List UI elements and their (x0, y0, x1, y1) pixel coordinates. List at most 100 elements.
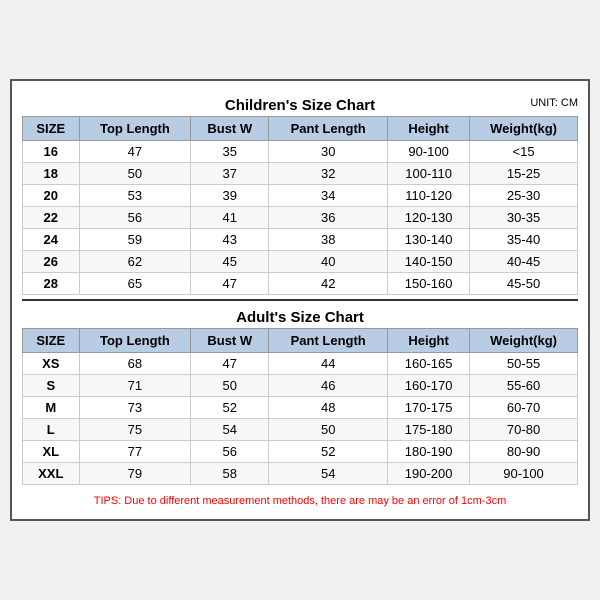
adult-title-text: Adult's Size Chart (236, 309, 364, 326)
table-row: 22564136120-13030-35 (23, 207, 578, 229)
table-cell: 44 (269, 353, 388, 375)
table-row: S715046160-17055-60 (23, 375, 578, 397)
table-cell: S (23, 375, 80, 397)
table-cell: 175-180 (388, 419, 470, 441)
table-row: XXL795854190-20090-100 (23, 463, 578, 485)
table-cell: 50-55 (470, 353, 578, 375)
table-cell: 80-90 (470, 441, 578, 463)
table-cell: 160-170 (388, 375, 470, 397)
table-cell: 53 (79, 185, 191, 207)
table-cell: 73 (79, 397, 191, 419)
table-cell: 24 (23, 229, 80, 251)
table-cell: 58 (191, 463, 269, 485)
table-cell: 36 (269, 207, 388, 229)
table-cell: 79 (79, 463, 191, 485)
adult-col-header-weight: Weight(kg) (470, 329, 578, 353)
table-cell: 180-190 (388, 441, 470, 463)
table-cell: 37 (191, 163, 269, 185)
table-cell: 90-100 (388, 141, 470, 163)
table-cell: 55-60 (470, 375, 578, 397)
table-cell: 47 (79, 141, 191, 163)
table-cell: 25-30 (470, 185, 578, 207)
table-cell: 77 (79, 441, 191, 463)
adult-col-header-top-length: Top Length (79, 329, 191, 353)
table-cell: 38 (269, 229, 388, 251)
adult-col-header-size: SIZE (23, 329, 80, 353)
table-cell: 70-80 (470, 419, 578, 441)
table-cell: 22 (23, 207, 80, 229)
col-header-bust-w: Bust W (191, 117, 269, 141)
table-row: 1647353090-100<15 (23, 141, 578, 163)
col-header-size: SIZE (23, 117, 80, 141)
table-cell: 28 (23, 273, 80, 295)
table-cell: 35-40 (470, 229, 578, 251)
table-cell: XXL (23, 463, 80, 485)
table-cell: 100-110 (388, 163, 470, 185)
table-row: XL775652180-19080-90 (23, 441, 578, 463)
children-title-text: Children's Size Chart (225, 97, 375, 114)
children-size-table: SIZE Top Length Bust W Pant Length Heigh… (22, 116, 578, 295)
table-cell: 54 (191, 419, 269, 441)
table-cell: 47 (191, 353, 269, 375)
table-cell: 41 (191, 207, 269, 229)
col-header-weight: Weight(kg) (470, 117, 578, 141)
table-cell: 75 (79, 419, 191, 441)
table-cell: 30-35 (470, 207, 578, 229)
adult-table-body: XS684744160-16550-55S715046160-17055-60M… (23, 353, 578, 485)
table-cell: 46 (269, 375, 388, 397)
table-cell: XS (23, 353, 80, 375)
children-table-body: 1647353090-100<1518503732100-11015-25205… (23, 141, 578, 295)
table-cell: 52 (191, 397, 269, 419)
adult-col-header-pant-length: Pant Length (269, 329, 388, 353)
table-cell: 50 (79, 163, 191, 185)
children-header-row: SIZE Top Length Bust W Pant Length Heigh… (23, 117, 578, 141)
table-cell: 43 (191, 229, 269, 251)
table-cell: 68 (79, 353, 191, 375)
table-cell: 48 (269, 397, 388, 419)
table-cell: 160-165 (388, 353, 470, 375)
col-header-top-length: Top Length (79, 117, 191, 141)
table-row: 20533934110-12025-30 (23, 185, 578, 207)
table-cell: 59 (79, 229, 191, 251)
table-cell: 56 (79, 207, 191, 229)
table-cell: 30 (269, 141, 388, 163)
table-row: L755450175-18070-80 (23, 419, 578, 441)
table-cell: 50 (269, 419, 388, 441)
table-cell: 65 (79, 273, 191, 295)
table-row: 28654742150-16045-50 (23, 273, 578, 295)
table-row: XS684744160-16550-55 (23, 353, 578, 375)
table-cell: 15-25 (470, 163, 578, 185)
table-cell: 90-100 (470, 463, 578, 485)
table-cell: 45-50 (470, 273, 578, 295)
table-cell: 45 (191, 251, 269, 273)
table-cell: M (23, 397, 80, 419)
table-cell: 60-70 (470, 397, 578, 419)
children-section-title: Children's Size Chart UNIT: CM (22, 91, 578, 116)
table-row: 24594338130-14035-40 (23, 229, 578, 251)
table-cell: 52 (269, 441, 388, 463)
unit-label: UNIT: CM (530, 97, 578, 109)
table-cell: 34 (269, 185, 388, 207)
adult-col-header-bust-w: Bust W (191, 329, 269, 353)
adult-section-title: Adult's Size Chart (22, 299, 578, 328)
table-cell: 20 (23, 185, 80, 207)
col-header-height: Height (388, 117, 470, 141)
adult-header-row: SIZE Top Length Bust W Pant Length Heigh… (23, 329, 578, 353)
table-cell: 40-45 (470, 251, 578, 273)
col-header-pant-length: Pant Length (269, 117, 388, 141)
adult-size-table: SIZE Top Length Bust W Pant Length Heigh… (22, 328, 578, 485)
table-cell: 39 (191, 185, 269, 207)
table-cell: 190-200 (388, 463, 470, 485)
table-cell: 47 (191, 273, 269, 295)
table-cell: L (23, 419, 80, 441)
table-cell: 71 (79, 375, 191, 397)
size-chart-container: Children's Size Chart UNIT: CM SIZE Top … (10, 79, 590, 521)
table-cell: 150-160 (388, 273, 470, 295)
table-row: M735248170-17560-70 (23, 397, 578, 419)
table-cell: 110-120 (388, 185, 470, 207)
table-cell: 18 (23, 163, 80, 185)
table-cell: 35 (191, 141, 269, 163)
table-cell: 32 (269, 163, 388, 185)
table-cell: <15 (470, 141, 578, 163)
table-cell: 140-150 (388, 251, 470, 273)
